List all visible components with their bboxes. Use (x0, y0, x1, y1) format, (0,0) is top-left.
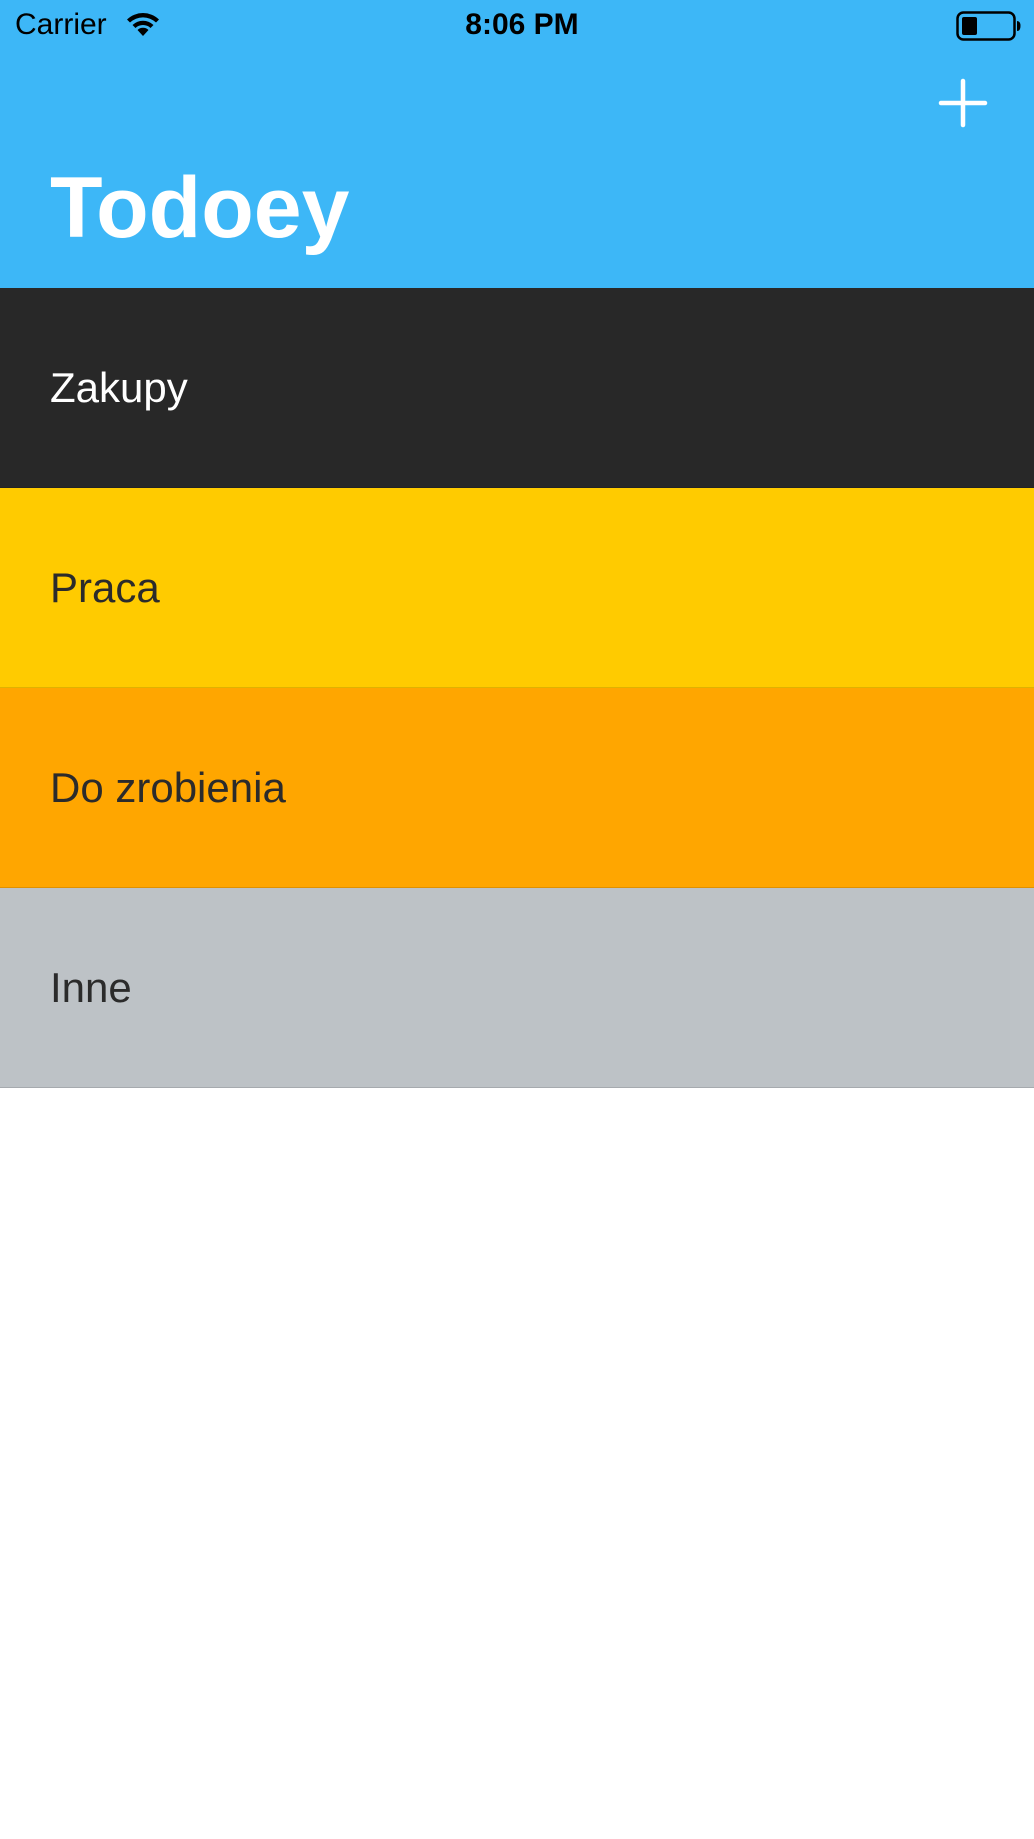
status-time: 8:06 PM (465, 8, 579, 41)
category-label: Praca (50, 564, 160, 611)
category-label: Inne (50, 964, 132, 1011)
category-row[interactable]: Inne (0, 888, 1034, 1088)
category-label: Zakupy (50, 364, 188, 411)
category-row[interactable]: Zakupy (0, 288, 1034, 488)
category-row[interactable]: Praca (0, 488, 1034, 688)
page-title: Todoey (50, 160, 350, 256)
category-label: Do zrobienia (50, 764, 286, 811)
navigation-header: Carrier 8:06 PM Todoey (0, 0, 1034, 288)
category-row[interactable]: Do zrobienia (0, 688, 1034, 888)
battery-icon (956, 11, 1021, 41)
app-screen: Carrier 8:06 PM Todoey Zakupy Praca Do zro… (0, 0, 1034, 1839)
add-category-button[interactable] (938, 78, 988, 128)
category-list: Zakupy Praca Do zrobienia Inne (0, 288, 1034, 1088)
status-bar: Carrier 8:06 PM (0, 0, 1034, 52)
